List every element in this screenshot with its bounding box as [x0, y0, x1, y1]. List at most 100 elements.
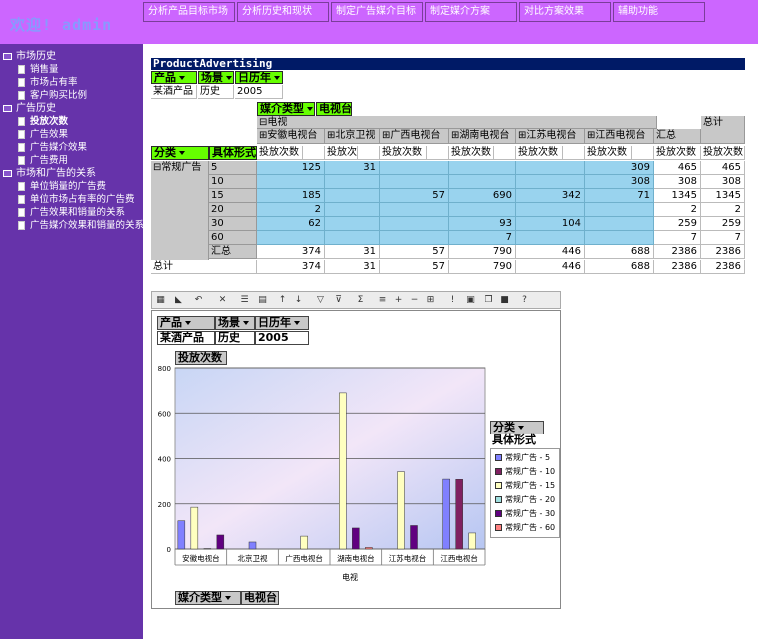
copy-icon[interactable]: ❐ — [482, 294, 495, 307]
filter-icon[interactable]: ⊽ — [332, 294, 345, 307]
sidebar-item-label: 投放次数 — [30, 116, 69, 127]
document-icon — [18, 78, 25, 87]
row-total: 465 — [701, 161, 745, 175]
nav-button-3[interactable]: 制定广告媒介目标 — [331, 2, 423, 22]
subtotal-row-subtotal: 2386 — [654, 245, 701, 259]
nav-button-6[interactable]: 辅助功能 — [613, 2, 705, 22]
sidebar-item-3-4[interactable]: 广告媒介效果和销量的关系 — [0, 219, 144, 232]
bar — [190, 506, 199, 550]
data-cell — [585, 217, 654, 231]
export-icon[interactable]: ▣ — [464, 294, 477, 307]
measure-field[interactable]: 投放次数 — [175, 351, 227, 365]
legend-box: 常规广告 - 5 常规广告 - 10 常规广告 - 15 常规广告 - 20 常规广告 … — [490, 448, 560, 538]
data-cell: 125 — [257, 161, 325, 175]
row-field-2[interactable]: 具体形式 — [209, 146, 257, 160]
data-cell — [516, 175, 585, 189]
station-header-4[interactable]: ⊞湖南电视台 — [449, 129, 516, 144]
chart-wizard-icon[interactable]: ▦ — [154, 294, 167, 307]
document-icon — [18, 130, 25, 139]
data-cell — [325, 203, 380, 217]
sidebar-item-1-2[interactable]: 市场占有率 — [0, 76, 143, 89]
station-header-1[interactable]: ⊞安徽电视台 — [257, 129, 325, 144]
alert-icon[interactable]: ! — [446, 294, 459, 307]
y-tick-label: 200 — [158, 501, 171, 509]
legend-label: 常规广告 - 30 — [505, 509, 556, 518]
station-header-2[interactable]: ⊞北京卫视 — [325, 129, 380, 144]
dropdown-arrow-icon — [518, 426, 524, 430]
nav-button-5[interactable]: 对比方案效果 — [519, 2, 611, 22]
sidebar-group-1[interactable]: 市场历史 — [0, 50, 143, 63]
station-header-5[interactable]: ⊞江苏电视台 — [516, 129, 585, 144]
data-cell — [257, 231, 325, 245]
chart-filter-field-2[interactable]: 场景 — [215, 316, 255, 330]
subtotal-icon[interactable]: ≡ — [376, 294, 389, 307]
sidebar-item-2-1[interactable]: 投放次数 — [0, 115, 143, 128]
property-icon[interactable]: ■ — [498, 294, 511, 307]
chart-filter-field-3[interactable]: 日历年 — [255, 316, 309, 330]
collapse-icon[interactable]: − — [408, 294, 421, 307]
total-measure-header: 投放次数 — [701, 146, 745, 160]
chart-panel: 0 200 400 600 800 安徽电视台 北京卫视 广西电视台 湖南电视台 江苏电视台 江西电… — [151, 310, 561, 609]
nav-button-2[interactable]: 分析历史和现状 — [237, 2, 329, 22]
sidebar-group-2[interactable]: 广告历史 — [0, 102, 143, 115]
x-tick-label: 湖南电视台 — [337, 553, 375, 563]
field-list-icon[interactable]: ☰ — [238, 294, 251, 307]
column-field[interactable]: 媒介类型 — [257, 102, 315, 116]
subtotal-row-label: 汇总 — [209, 245, 257, 259]
sidebar: 市场历史 销售量 市场占有率 客户购买比例 广告历史 投放次数 广告效果 广告媒介效果 广告费用… — [0, 44, 144, 639]
data-cell — [449, 175, 516, 189]
sort-asc-icon[interactable]: ↑ — [276, 294, 289, 307]
row-field-1[interactable]: 分类 — [151, 146, 209, 160]
x-tick-label: 安徽电视台 — [182, 553, 220, 563]
autofilter-icon[interactable]: ▽ — [314, 294, 327, 307]
filter-field-1[interactable]: 产品 — [151, 71, 197, 84]
filter-field-2[interactable]: 场景 — [198, 71, 234, 84]
row-form-6: 60 — [209, 231, 257, 245]
subtotal-header: 汇总 — [654, 129, 701, 144]
legend-swatch — [495, 454, 502, 461]
help-icon[interactable]: ? — [518, 294, 531, 307]
sidebar-item-2-3[interactable]: 广告媒介效果 — [0, 141, 143, 154]
pivot-icon[interactable]: ▤ — [256, 294, 269, 307]
autocalc-icon[interactable]: Σ — [354, 294, 367, 307]
show-details-icon[interactable]: ⊞ — [424, 294, 437, 307]
axis-field[interactable]: 媒介类型 — [175, 591, 241, 605]
row-form-4: 20 — [209, 203, 257, 217]
category-label[interactable]: ⊟常规广告 — [151, 161, 209, 263]
row-total: 7 — [701, 231, 745, 245]
sidebar-item-1-1[interactable]: 销售量 — [0, 63, 143, 76]
nav-button-1[interactable]: 分析产品目标市场 — [143, 2, 235, 22]
data-cell — [449, 161, 516, 175]
filter-value-1: 某酒产品 — [151, 85, 197, 99]
filter-field-3[interactable]: 日历年 — [235, 71, 283, 84]
sidebar-group-3[interactable]: 市场和广告的关系 — [0, 167, 143, 180]
undo-icon[interactable]: ↶ — [192, 294, 205, 307]
chart-type-icon[interactable]: ◣ — [172, 294, 185, 307]
delete-icon[interactable]: ✕ — [216, 294, 229, 307]
x-axis-title: 电视 — [342, 572, 358, 582]
data-cell: 185 — [257, 189, 325, 203]
grand-total-header: 总计 — [701, 116, 745, 144]
measure-header-blank-6 — [632, 146, 654, 160]
sidebar-item-2-2[interactable]: 广告效果 — [0, 128, 143, 141]
document-icon — [18, 156, 25, 165]
subtotal-row-total: 2386 — [701, 245, 745, 259]
column-field-value: 电视台 — [316, 102, 352, 116]
sidebar-item-3-1[interactable]: 单位销量的广告费 — [0, 180, 143, 193]
chart-filter-field-1[interactable]: 产品 — [157, 316, 215, 330]
row-subtotal: 308 — [654, 175, 701, 189]
expand-icon[interactable]: + — [392, 294, 405, 307]
dropdown-arrow-icon — [185, 321, 191, 325]
data-cell: 309 — [585, 161, 654, 175]
nav-button-4[interactable]: 制定媒介方案 — [425, 2, 517, 22]
sidebar-group-label: 市场和广告的关系 — [16, 168, 96, 179]
station-header-6[interactable]: ⊞江西电视台 — [585, 129, 654, 144]
sidebar-item-3-3[interactable]: 广告效果和销量的关系 — [0, 206, 143, 219]
sort-desc-icon[interactable]: ↓ — [292, 294, 305, 307]
row-field-label: 分类 — [154, 146, 176, 159]
total-row-total: 2386 — [701, 260, 745, 274]
sidebar-item-3-2[interactable]: 单位市场占有率的广告费 — [0, 193, 143, 206]
sidebar-item-1-3[interactable]: 客户购买比例 — [0, 89, 143, 102]
station-header-3[interactable]: ⊞广西电视台 — [380, 129, 449, 144]
sidebar-item-2-4[interactable]: 广告费用 — [0, 154, 143, 167]
